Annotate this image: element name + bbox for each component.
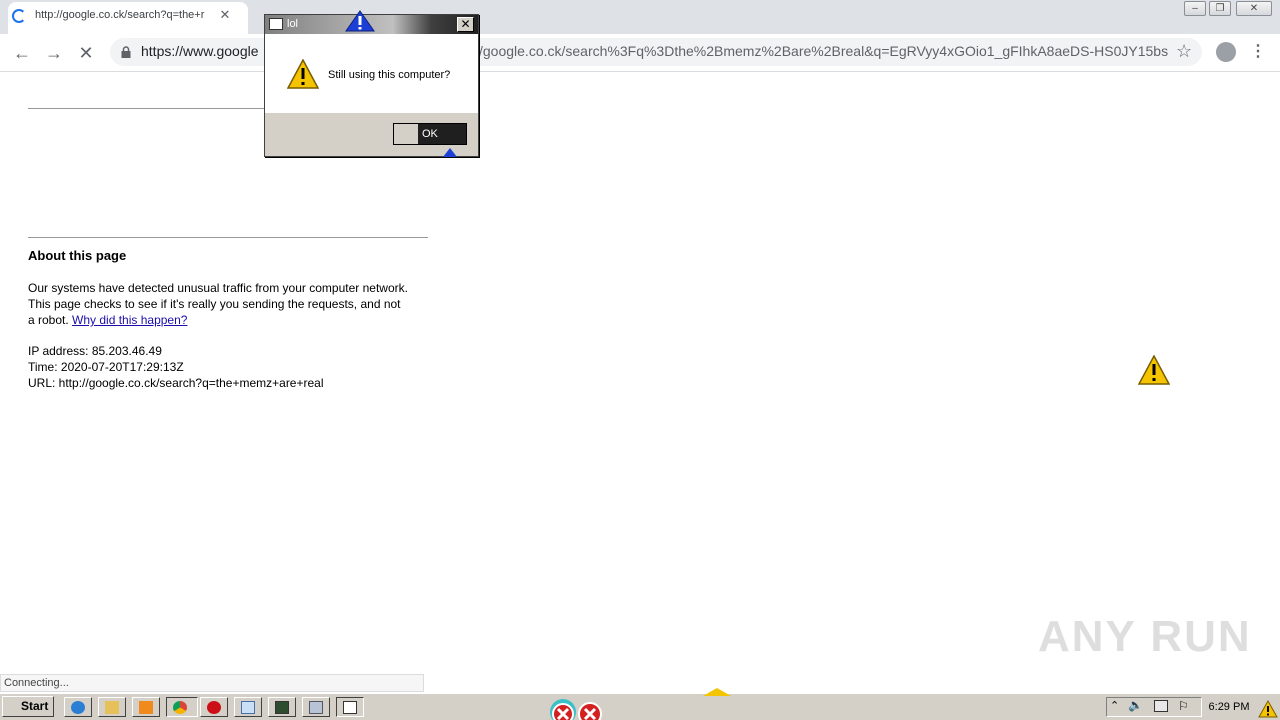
lock-icon	[121, 46, 131, 58]
chrome-taskbar-button[interactable]	[166, 697, 198, 717]
opera-taskbar-button[interactable]	[200, 697, 228, 717]
media-player-taskbar-button[interactable]	[132, 697, 160, 717]
back-arrow-icon[interactable]: ←	[9, 41, 35, 65]
warning-icon	[1138, 355, 1170, 385]
close-window-button[interactable]: ✕	[1236, 1, 1272, 16]
calculator-icon	[309, 701, 323, 714]
warning-icon	[703, 688, 731, 696]
explorer-taskbar-button[interactable]	[98, 697, 126, 717]
url-text: https://www.google	[141, 43, 259, 59]
opera-icon	[207, 701, 221, 714]
tab-close-icon[interactable]: ✕	[217, 6, 233, 24]
warning-icon	[1258, 700, 1278, 718]
media-player-icon	[139, 701, 153, 714]
ie-taskbar-button[interactable]	[64, 697, 92, 717]
volume-icon[interactable]: 🔈	[1128, 698, 1143, 712]
status-bubble: Connecting...	[0, 674, 424, 692]
why-did-this-happen-link[interactable]: Why did this happen?	[72, 313, 187, 327]
tab-title: http://google.co.ck/search?q=the+r	[35, 9, 205, 21]
anyrun-watermark: ANY RUN	[1038, 612, 1252, 661]
menu-icon[interactable]: ⋮	[1250, 41, 1266, 61]
request-url: URL: http://google.co.ck/search?q=the+me…	[28, 376, 324, 390]
folder-icon	[105, 701, 119, 714]
app-window-icon	[343, 701, 357, 714]
network-icon[interactable]	[1154, 700, 1168, 712]
error-icons-cluster	[550, 699, 602, 720]
divider	[28, 108, 266, 109]
chrome-icon	[173, 701, 187, 714]
divider	[28, 237, 428, 238]
page-title: About this page	[28, 248, 127, 263]
dialog-message: Still using this computer?	[328, 69, 451, 81]
warning-icon	[287, 59, 319, 89]
unusual-traffic-message: Our systems have detected unusual traffi…	[28, 280, 408, 328]
start-button[interactable]: Start	[2, 696, 54, 717]
ip-address: IP address: 85.203.46.49	[28, 344, 162, 358]
lol-dialog-taskbar-button[interactable]	[336, 697, 364, 717]
internet-explorer-icon	[71, 701, 85, 714]
action-center-flag-icon[interactable]: ⚐	[1178, 699, 1189, 713]
profile-avatar-icon[interactable]	[1216, 42, 1236, 62]
app-window-icon	[269, 18, 283, 30]
loading-spinner-icon	[12, 9, 26, 23]
tray-expand-icon[interactable]: ⌃	[1110, 699, 1119, 712]
error-triangle-icon	[443, 148, 457, 157]
bookmark-star-icon[interactable]: ☆	[1176, 41, 1192, 62]
forward-arrow-icon[interactable]: →	[41, 41, 67, 65]
url-text-continued: /google.co.ck/search%3Fq%3Dthe%2Bmemz%2B…	[479, 43, 1169, 59]
stop-loading-icon[interactable]: ✕	[73, 41, 99, 65]
console-icon	[275, 701, 289, 714]
cmd-taskbar-button[interactable]	[268, 697, 296, 717]
taskbar-clock[interactable]: 6:29 PM	[1202, 697, 1256, 717]
restore-button[interactable]: ❐	[1209, 1, 1231, 16]
calculator-taskbar-button[interactable]	[302, 697, 330, 717]
time-stamp: Time: 2020-07-20T17:29:13Z	[28, 360, 184, 374]
notepad-taskbar-button[interactable]	[234, 697, 262, 717]
dialog-close-button[interactable]: ✕	[457, 17, 474, 32]
ok-button-label[interactable]: OK	[418, 124, 466, 144]
dialog-title: lol	[287, 18, 299, 30]
error-triangle-icon	[345, 10, 375, 32]
notepad-icon	[241, 701, 255, 714]
minimize-button[interactable]: –	[1184, 1, 1206, 16]
